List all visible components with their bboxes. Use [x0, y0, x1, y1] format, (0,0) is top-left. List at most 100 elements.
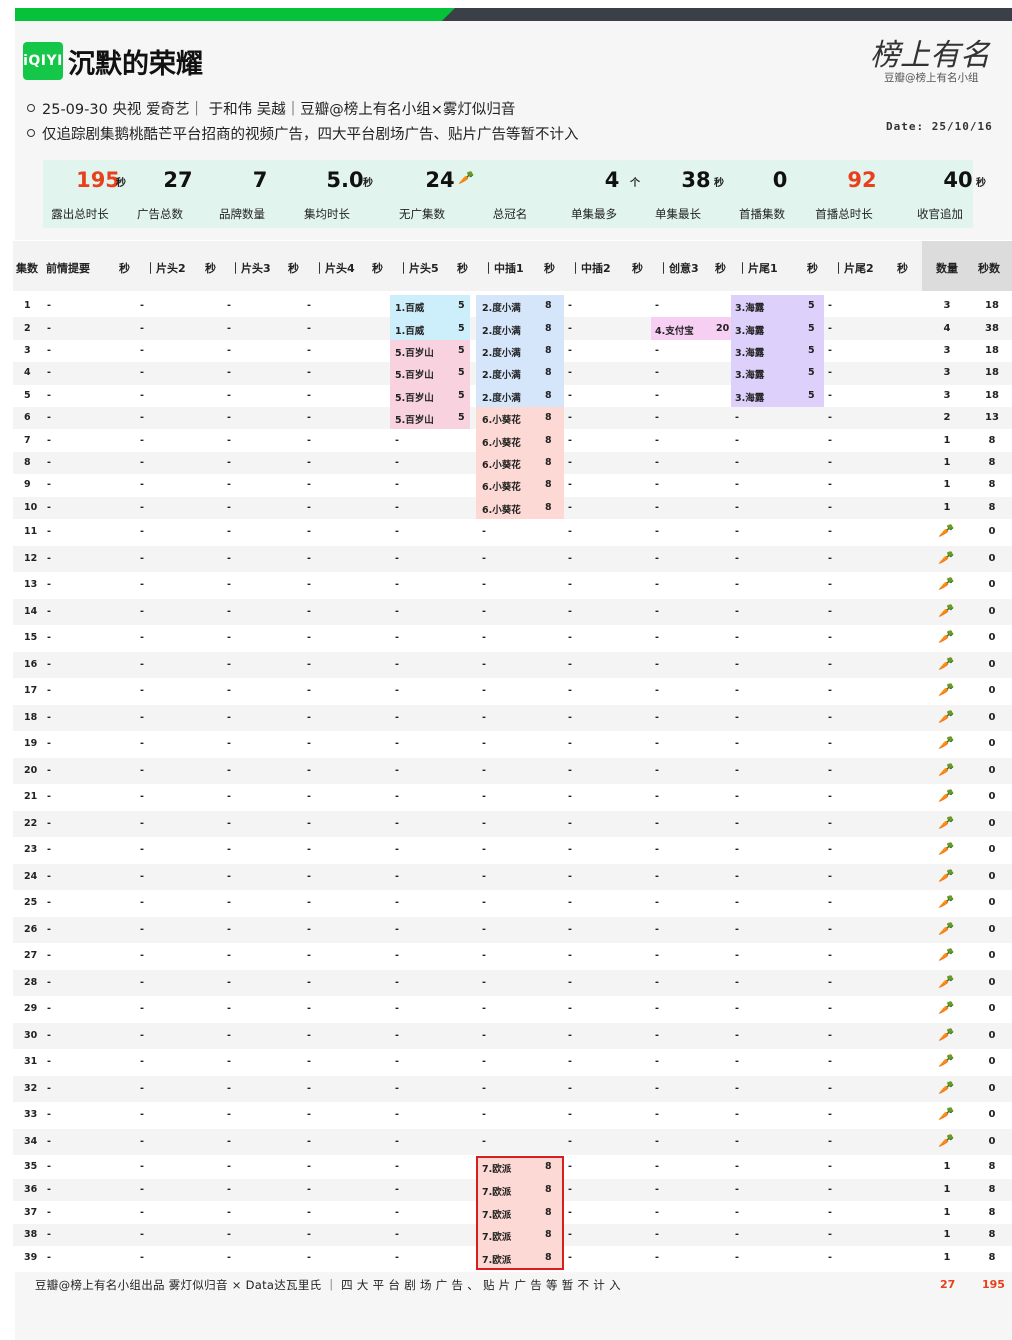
empty-cell: - [828, 1183, 832, 1195]
empty-cell: - [140, 1206, 144, 1218]
empty-cell: - [482, 1135, 486, 1147]
empty-cell: - [735, 764, 739, 776]
empty-cell: - [227, 1229, 231, 1241]
empty-cell: - [655, 1183, 659, 1195]
empty-cell: - [395, 1161, 399, 1173]
ad-seconds: 8 [545, 412, 552, 424]
empty-cell: - [307, 844, 311, 856]
empty-cell: - [735, 457, 739, 468]
empty-cell: - [307, 1029, 311, 1041]
empty-cell: - [828, 632, 832, 644]
empty-cell: - [307, 434, 311, 446]
empty-cell: - [828, 1003, 832, 1015]
empty-cell: - [140, 300, 144, 312]
empty-cell: - [735, 1056, 739, 1068]
empty-cell: - [828, 605, 832, 617]
empty-cell: - [395, 1029, 399, 1041]
empty-cell: - [140, 1161, 144, 1173]
column-header: ｜片头4 [314, 262, 355, 275]
empty-cell: - [735, 685, 739, 697]
ad-total-seconds: 0 [988, 738, 996, 750]
empty-cell: - [227, 1183, 231, 1195]
empty-cell: - [307, 923, 311, 935]
carrot-icon: 🥕 [938, 1080, 955, 1096]
empty-cell: - [227, 1251, 231, 1263]
stat-value: 92 [847, 168, 877, 192]
column-header: 秒 [632, 262, 643, 275]
empty-cell: - [482, 976, 486, 988]
carrot-icon: 🥕 [938, 603, 955, 619]
empty-cell: - [735, 1206, 739, 1218]
ad-count: 3 [943, 367, 951, 379]
empty-cell: - [227, 579, 231, 591]
empty-cell: - [735, 976, 739, 988]
empty-cell: - [395, 552, 399, 564]
empty-cell: - [568, 1183, 572, 1195]
ad-count: 1 [943, 501, 951, 513]
empty-cell: - [140, 923, 144, 935]
empty-cell: - [395, 844, 399, 856]
empty-cell: - [655, 817, 659, 829]
stat-label: 总冠名 [492, 207, 528, 221]
table-row [13, 837, 1012, 864]
footer-total-count: 27 [940, 1278, 956, 1291]
date-label: Date: 25/10/16 [886, 120, 993, 133]
empty-cell: - [140, 738, 144, 750]
empty-cell: - [828, 897, 832, 909]
empty-cell: - [828, 1251, 832, 1263]
column-header: 集数 [16, 262, 38, 275]
empty-cell: - [828, 1029, 832, 1041]
table-row [13, 863, 1012, 890]
empty-cell: - [655, 1056, 659, 1068]
ad-total-seconds: 0 [988, 764, 996, 776]
table-row [13, 996, 1012, 1023]
empty-cell: - [735, 526, 739, 538]
empty-cell: - [227, 685, 231, 697]
episode-number: 4 [24, 367, 31, 379]
empty-cell: - [655, 950, 659, 962]
empty-cell: - [655, 1029, 659, 1041]
empty-cell: - [735, 579, 739, 591]
empty-cell: - [568, 976, 572, 988]
empty-cell: - [307, 897, 311, 909]
episode-number: 14 [24, 605, 38, 617]
empty-cell: - [307, 526, 311, 538]
table-row [13, 625, 1012, 652]
empty-cell: - [482, 658, 486, 670]
ad-brand: 2.度小满 [482, 303, 521, 315]
stat-label: 无广集数 [399, 207, 445, 221]
empty-cell: - [227, 1029, 231, 1041]
empty-cell: - [735, 1229, 739, 1241]
ad-total-seconds: 38 [985, 322, 999, 334]
ad-total-seconds: 8 [988, 1183, 996, 1195]
empty-cell: - [47, 1251, 51, 1263]
empty-cell: - [828, 1161, 832, 1173]
empty-cell: - [140, 764, 144, 776]
ad-total-seconds: 0 [988, 579, 996, 591]
episode-number: 7 [24, 434, 31, 446]
empty-cell: - [227, 817, 231, 829]
empty-cell: - [47, 738, 51, 750]
empty-cell: - [47, 322, 51, 334]
empty-cell: - [47, 434, 51, 446]
empty-cell: - [307, 658, 311, 670]
empty-cell: - [47, 923, 51, 935]
empty-cell: - [140, 1003, 144, 1015]
table-row [13, 757, 1012, 784]
ad-brand: 2.度小满 [482, 325, 521, 337]
empty-cell: - [735, 1029, 739, 1041]
empty-cell: - [482, 950, 486, 962]
empty-cell: - [47, 579, 51, 591]
empty-cell: - [227, 501, 231, 513]
ad-seconds: 5 [458, 389, 465, 401]
empty-cell: - [655, 923, 659, 935]
empty-cell: - [828, 1109, 832, 1121]
top-bar-accent [15, 8, 455, 21]
ad-count: 1 [943, 434, 951, 446]
empty-cell: - [568, 950, 572, 962]
ad-total-seconds: 0 [988, 1082, 996, 1094]
empty-cell: - [655, 658, 659, 670]
empty-cell: - [735, 412, 739, 424]
ad-seconds: 5 [808, 389, 815, 401]
empty-cell: - [482, 552, 486, 564]
